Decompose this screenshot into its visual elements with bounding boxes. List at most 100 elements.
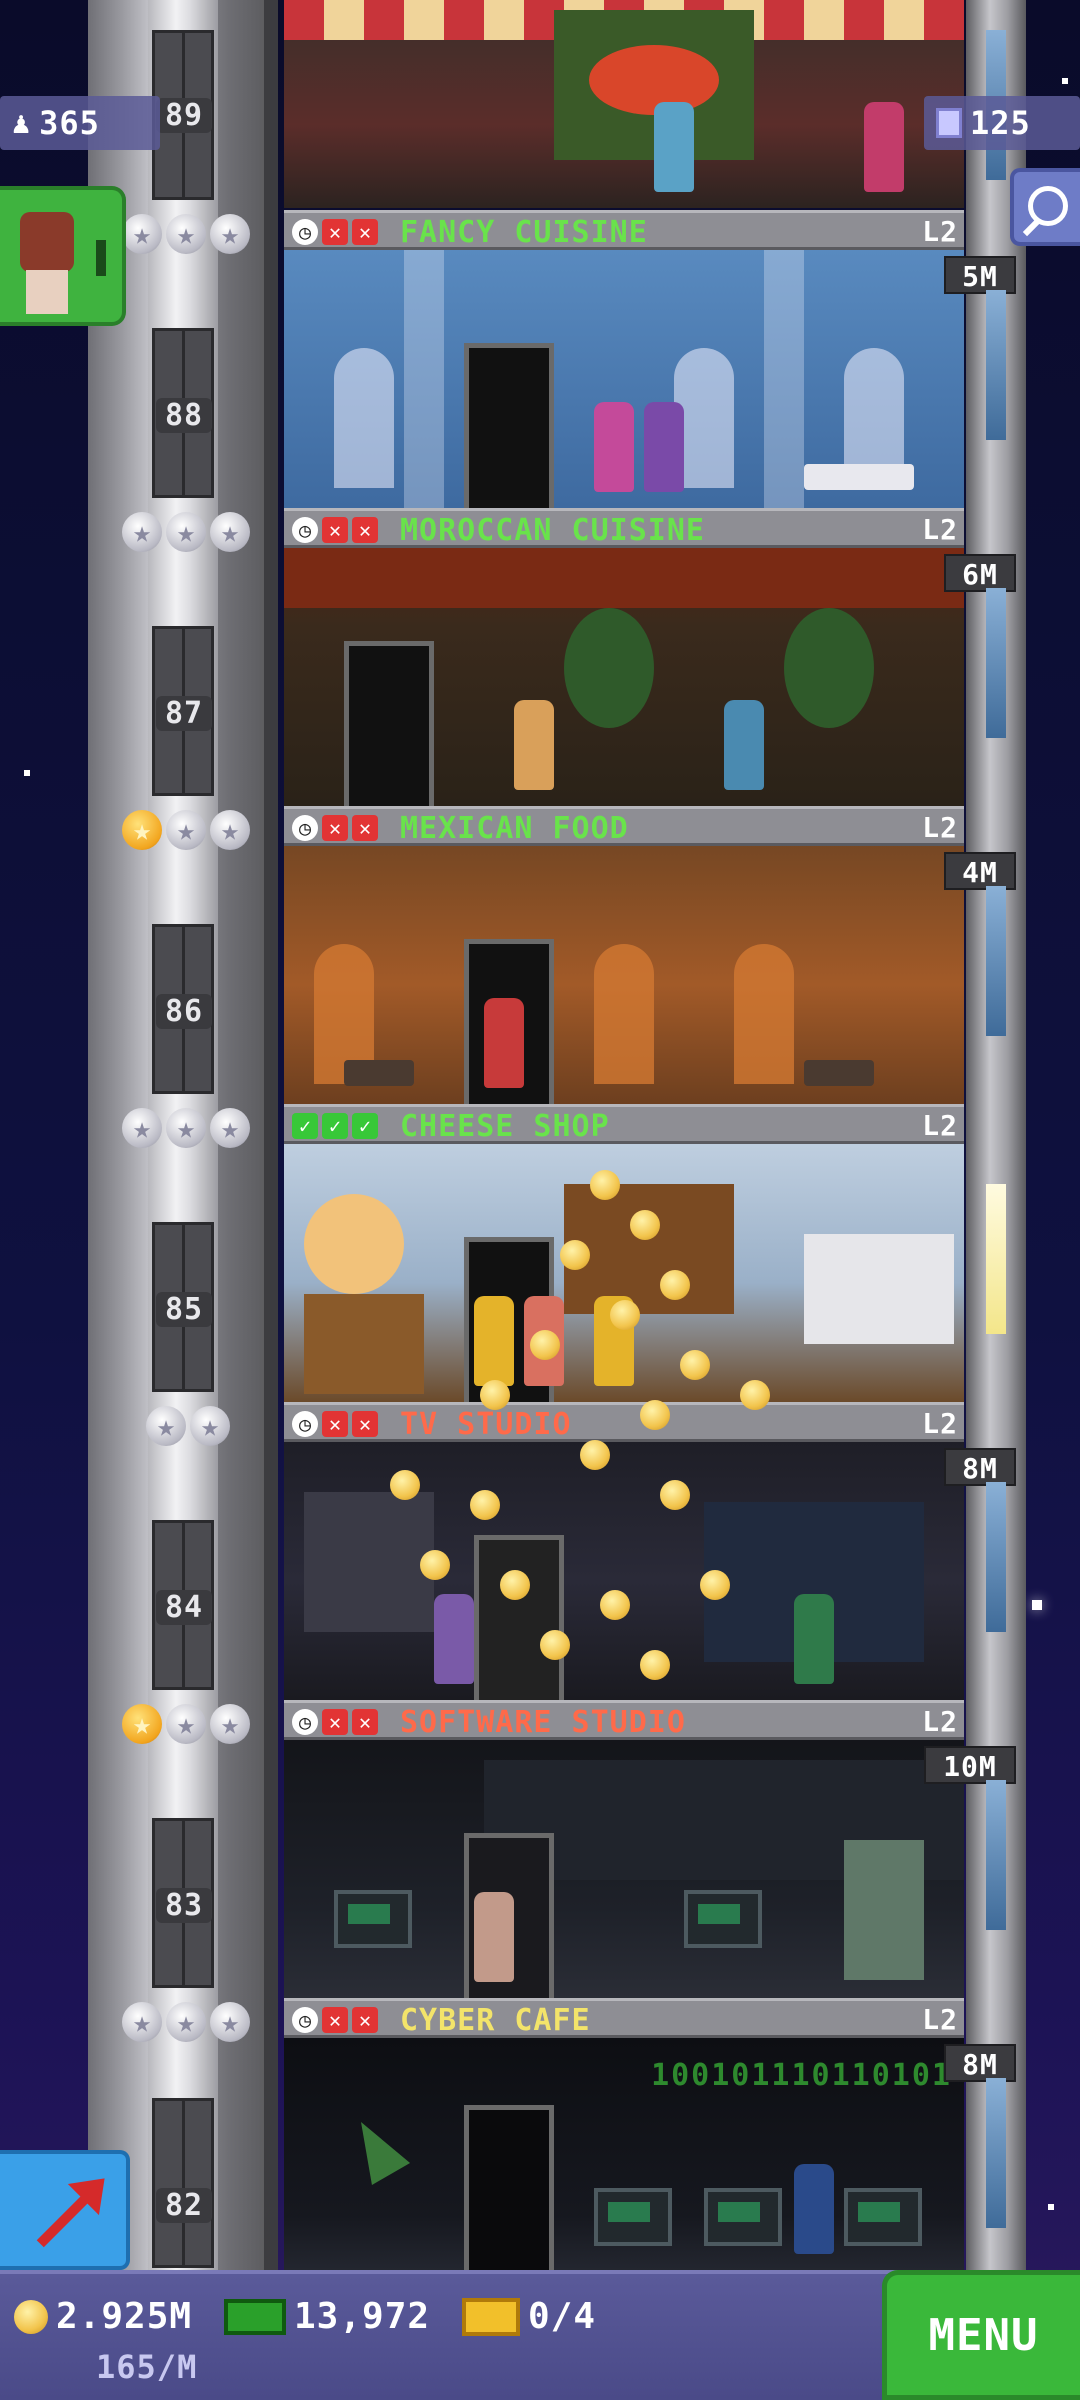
tickets-stat[interactable]: 0/4 — [462, 2296, 596, 2337]
room-header[interactable]: ◷ ✕ ✕ MEXICAN FOOD L2 — [284, 806, 964, 846]
raffle-arrow-button[interactable] — [0, 2150, 130, 2270]
elevator-door[interactable] — [152, 2098, 214, 2268]
star-rating: ★ ★ ★ — [122, 1704, 250, 1744]
room-door — [464, 2105, 554, 2270]
floor-83[interactable]: ★ ★ ★ 83 ◷ ✕ ✕ SOFTWARE STUDIO L2 10M — [88, 1700, 1020, 1998]
floor-number: 84 — [156, 1590, 212, 1625]
clock-icon: ◷ — [292, 815, 318, 841]
coin-icon[interactable] — [590, 1170, 620, 1200]
room-mexican-food[interactable] — [284, 806, 964, 1104]
coin-icon[interactable] — [600, 1590, 630, 1620]
star-icon: ★ — [210, 512, 250, 552]
star-dot — [1062, 78, 1068, 84]
star-icon: ★ — [122, 1108, 162, 1148]
coin-icon[interactable] — [540, 1630, 570, 1660]
building-icon — [936, 108, 962, 138]
floor-87[interactable]: ★ ★ ★ 87 ◷ ✕ ✕ MOROCCAN CUISINE L2 6M — [88, 508, 1020, 806]
coin-icon[interactable] — [660, 1270, 690, 1300]
room-header[interactable]: ◷ ✕ ✕ MOROCCAN CUISINE L2 — [284, 508, 964, 548]
room-level: L2 — [922, 215, 958, 248]
floor-89[interactable]: 89 — [88, 0, 1020, 210]
coin-icon[interactable] — [560, 1240, 590, 1270]
window — [986, 886, 1006, 1036]
floor-86[interactable]: ★ ★ ★ 86 ◷ ✕ ✕ MEXICAN FOOD L2 4M — [88, 806, 1020, 1104]
star-rating: ★ ★ ★ — [122, 214, 250, 254]
star-dot — [24, 770, 30, 776]
star-icon: ★ — [190, 1406, 230, 1446]
room-header[interactable]: ◷ ✕ ✕ FANCY CUISINE L2 — [284, 210, 964, 250]
income-badge: 8M — [944, 2044, 1016, 2082]
curtain — [284, 548, 964, 608]
coin-icon[interactable] — [640, 1400, 670, 1430]
room-level: L2 — [922, 2003, 958, 2036]
star-icon: ★ — [166, 1108, 206, 1148]
floor-number: 82 — [156, 2188, 212, 2223]
coins-stat[interactable]: 2.925M — [14, 2296, 192, 2337]
floor-number: 83 — [156, 1888, 212, 1923]
room-name: MOROCCAN CUISINE — [400, 513, 705, 548]
star-icon: ★ — [122, 810, 162, 850]
coin-icon[interactable] — [700, 1570, 730, 1600]
coin-icon[interactable] — [500, 1570, 530, 1600]
star-icon: ★ — [166, 810, 206, 850]
coin-icon[interactable] — [390, 1470, 420, 1500]
coin-icon[interactable] — [470, 1490, 500, 1520]
coin-icon[interactable] — [580, 1440, 610, 1470]
room-cyber-cafe[interactable]: 100101110110101 — [284, 1998, 964, 2270]
binary-display: 100101110110101 — [651, 2058, 952, 2093]
monitor — [334, 1890, 412, 1948]
cross-icon: ✕ — [322, 815, 348, 841]
bux-counter[interactable]: 125 — [924, 96, 1080, 150]
person — [644, 402, 684, 492]
population-counter[interactable]: ♟ 365 — [0, 96, 160, 150]
coin-icon[interactable] — [630, 1210, 660, 1240]
bux-stat[interactable]: 13,972 — [224, 2296, 430, 2337]
cross-icon: ✕ — [322, 1709, 348, 1735]
coin-burst[interactable] — [360, 1150, 920, 1710]
star-icon: ★ — [122, 2002, 162, 2042]
room-header[interactable]: ✓ ✓ ✓ CHEESE SHOP L2 — [284, 1104, 964, 1144]
status-icons: ◷ ✕ ✕ — [292, 1709, 378, 1735]
room-level: L2 — [922, 513, 958, 546]
search-button[interactable] — [1010, 168, 1080, 246]
menu-button[interactable]: MENU — [882, 2270, 1080, 2400]
person — [794, 2164, 834, 2254]
room-door — [464, 343, 554, 508]
star-rating: ★ ★ ★ — [122, 1108, 250, 1148]
star-icon: ★ — [210, 214, 250, 254]
room-moroccan-cuisine[interactable] — [284, 508, 964, 806]
room-name: FANCY CUISINE — [400, 215, 648, 250]
coin-icon[interactable] — [610, 1300, 640, 1330]
arch — [734, 944, 794, 1084]
coin-icon[interactable] — [530, 1330, 560, 1360]
room-level: L2 — [922, 1407, 958, 1440]
star-dot — [1048, 2204, 1054, 2210]
magnifier-handle — [1022, 217, 1042, 237]
coin-icon[interactable] — [640, 1650, 670, 1680]
check-icon: ✓ — [292, 1113, 318, 1139]
coin-icon[interactable] — [740, 1380, 770, 1410]
bitizen-avatar-button[interactable] — [0, 186, 126, 326]
coin-icon[interactable] — [680, 1350, 710, 1380]
room-top[interactable] — [284, 0, 964, 208]
room-header[interactable]: ◷ ✕ ✕ CYBER CAFE L2 — [284, 1998, 964, 2038]
room-software-studio[interactable] — [284, 1700, 964, 1998]
room-level: L2 — [922, 1109, 958, 1142]
cash-value: 13,972 — [294, 2296, 431, 2337]
tickets-value: 0/4 — [528, 2296, 597, 2337]
star-icon: ★ — [122, 1704, 162, 1744]
room-fancy-cuisine[interactable] — [284, 210, 964, 508]
floor-82[interactable]: ★ ★ ★ 82 100101110110101 ◷ ✕ ✕ CYBER CAF… — [88, 1998, 1020, 2270]
star-rating: ★ ★ — [146, 1406, 230, 1446]
cross-icon: ✕ — [352, 815, 378, 841]
clock-icon: ◷ — [292, 1709, 318, 1735]
person — [864, 102, 904, 192]
coin-icon[interactable] — [480, 1380, 510, 1410]
window — [986, 2078, 1006, 2228]
income-badge: 8M — [944, 1448, 1016, 1486]
star-icon: ★ — [166, 1704, 206, 1744]
coin-icon[interactable] — [420, 1550, 450, 1580]
gold-ticket-icon — [462, 2297, 520, 2336]
floor-88[interactable]: ★ ★ ★ 88 ◷ ✕ ✕ FANCY CUISINE L2 5M — [88, 210, 1020, 508]
coin-icon[interactable] — [660, 1480, 690, 1510]
